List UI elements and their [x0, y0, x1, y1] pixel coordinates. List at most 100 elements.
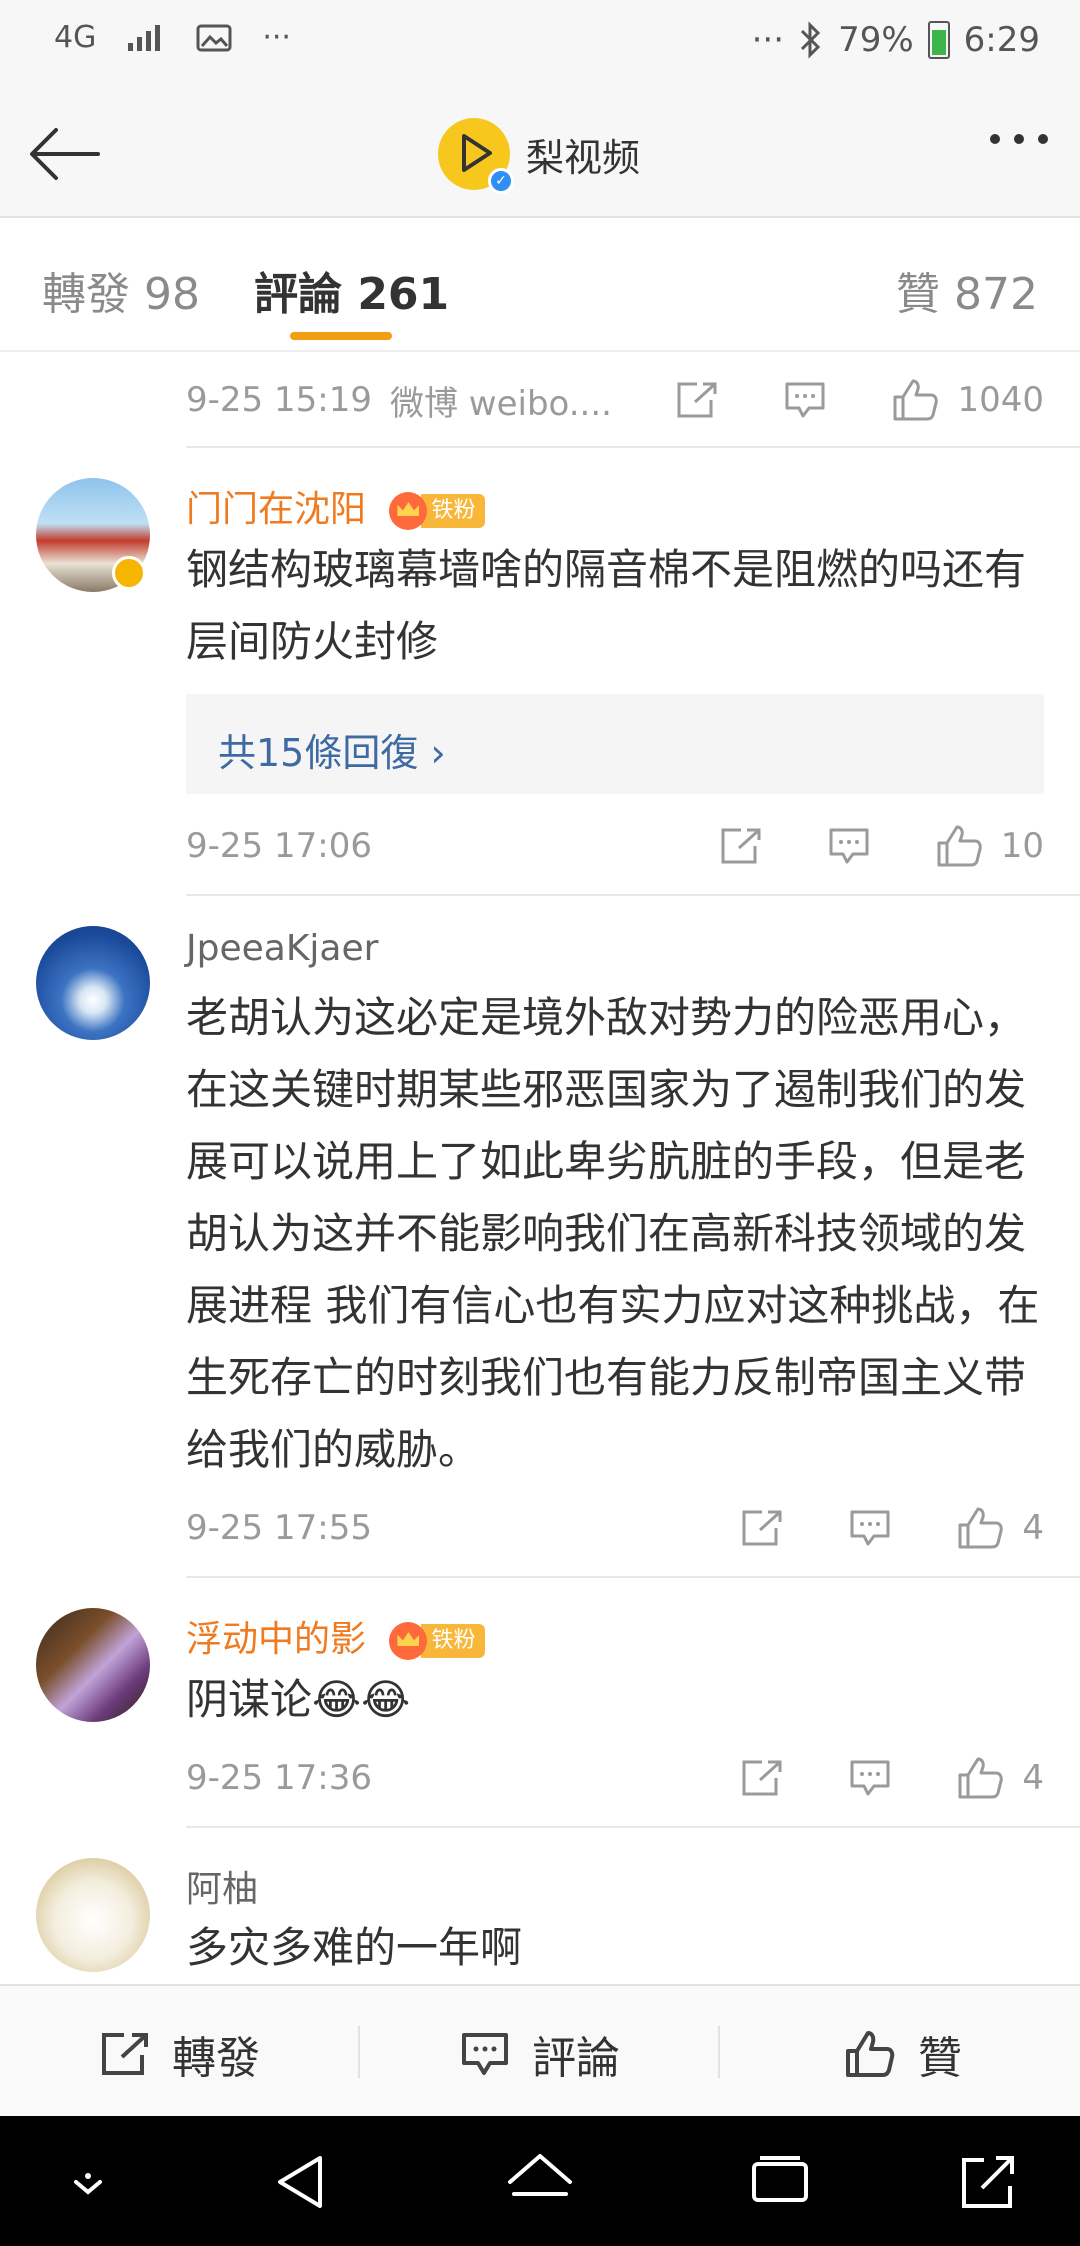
comment-time: 9-25 17:36 — [186, 1758, 372, 1798]
comment-icon — [850, 1760, 890, 1796]
channel-name: 梨视频 — [526, 135, 641, 180]
fan-badge-label: 铁粉 — [421, 1624, 486, 1658]
divider — [186, 1826, 1080, 1828]
tab-comments[interactable]: 評論 261 — [254, 258, 449, 322]
share-button[interactable] — [740, 1508, 784, 1548]
tab-bar: 轉發 98 評論 261 贊 872 — [0, 218, 1080, 352]
thumbs-up-icon — [846, 2031, 895, 2077]
repost-button[interactable]: 轉發 — [100, 2022, 260, 2086]
share-icon — [742, 1760, 782, 1796]
share-button[interactable] — [675, 380, 719, 420]
signal-icon — [128, 24, 161, 51]
like-button[interactable]: 贊 — [844, 2022, 962, 2086]
view-replies-link[interactable]: 共15條回復 › — [218, 722, 446, 777]
comment-meta-row: 9-25 17:55 4 — [186, 1498, 1044, 1558]
comment-icon — [829, 828, 869, 864]
reply-button[interactable] — [783, 380, 827, 420]
like-count: 10 — [1000, 826, 1044, 866]
share-button[interactable] — [740, 1758, 784, 1798]
nav-back-button[interactable] — [262, 2142, 342, 2222]
tab-likes[interactable]: 贊 872 — [896, 258, 1038, 322]
nav-home-button[interactable] — [500, 2142, 580, 2222]
title-bar: ✓ 梨视频 — [0, 90, 1080, 218]
dot-icon — [1014, 134, 1024, 144]
like-count: 4 — [1022, 1508, 1044, 1548]
dot-icon — [990, 134, 1000, 144]
back-button[interactable] — [26, 114, 106, 194]
status-bar: 4G ··· ··· 79% 6:29 — [0, 0, 1080, 90]
expand-icon — [962, 2156, 1014, 2208]
like-button[interactable]: 4 — [956, 1505, 1044, 1551]
thumbs-up-icon — [958, 1507, 1004, 1549]
home-icon — [508, 2154, 572, 2196]
more-notifications-icon: ··· — [262, 20, 291, 55]
like-count: 1040 — [957, 380, 1044, 420]
like-button[interactable]: 4 — [956, 1755, 1044, 1801]
comment-icon — [462, 2033, 508, 2075]
comment-button[interactable]: 評論 — [460, 2022, 620, 2086]
username-text: 浮动中的影 — [186, 1619, 367, 1660]
verified-icon: ✓ — [488, 168, 514, 194]
comment-time: 9-25 17:55 — [186, 1508, 372, 1548]
chevron-down-icon — [74, 2173, 102, 2195]
comment-username[interactable]: 门门在沈阳 铁粉 — [186, 480, 486, 532]
username-text: JpeeaKjaer — [186, 928, 379, 969]
avatar[interactable] — [36, 1858, 150, 1972]
like-count: 4 — [1022, 1758, 1044, 1798]
comment-meta-row: 9-25 15:19 微博 weibo.... 1040 — [186, 370, 1044, 430]
comment-text: 多灾多难的一年啊 — [186, 1923, 523, 1972]
comment-text: 老胡认为这必定是境外敌对势力的险恶用心，在这关键时期某些邪恶国家为了遏制我们的发… — [186, 993, 1040, 1474]
channel-logo: ✓ — [438, 118, 514, 194]
comment-icon — [850, 1510, 890, 1546]
like-button[interactable]: 10 — [935, 823, 1044, 869]
comment-username[interactable]: JpeeaKjaer — [186, 928, 378, 969]
clock: 6:29 — [963, 20, 1040, 60]
reply-button[interactable] — [848, 1758, 892, 1798]
verified-badge-icon — [112, 556, 146, 590]
recents-icon — [752, 2156, 808, 2202]
dot-icon — [1038, 134, 1048, 144]
hide-nav-button[interactable] — [48, 2142, 128, 2222]
nav-recents-button[interactable] — [740, 2142, 820, 2222]
replies-box[interactable]: 共15條回復 › — [186, 694, 1044, 794]
repost-label: 轉發 — [172, 2033, 260, 2084]
avatar[interactable] — [36, 926, 150, 1040]
comment-meta-row: 9-25 17:36 4 — [186, 1748, 1044, 1808]
channel-header[interactable]: ✓ 梨视频 — [438, 118, 641, 194]
like-button[interactable]: 1040 — [891, 377, 1044, 423]
share-icon — [102, 2033, 148, 2075]
comment-label: 評論 — [532, 2033, 620, 2084]
comment-time: 9-25 17:06 — [186, 826, 372, 866]
comment-text: 阴谋论😂😂 — [186, 1675, 411, 1724]
back-triangle-icon — [278, 2156, 322, 2208]
more-status-icon: ··· — [751, 20, 785, 60]
thumbs-up-icon — [937, 825, 982, 867]
comment-time: 9-25 15:19 — [186, 380, 372, 420]
comment-username[interactable]: 阿柚 — [186, 1860, 258, 1912]
separator — [718, 2026, 720, 2078]
more-options-button[interactable] — [990, 134, 1048, 144]
comment-username[interactable]: 浮动中的影 铁粉 — [186, 1610, 486, 1662]
system-navigation-bar — [0, 2116, 1080, 2246]
chevron-right-icon: › — [430, 731, 446, 775]
share-button[interactable] — [719, 826, 763, 866]
tab-reposts[interactable]: 轉發 98 — [42, 258, 200, 322]
nav-fullscreen-button[interactable] — [948, 2142, 1028, 2222]
avatar[interactable] — [36, 1608, 150, 1722]
active-tab-indicator — [290, 332, 392, 340]
network-indicator: 4G — [54, 20, 97, 55]
reply-button[interactable] — [827, 826, 871, 866]
back-arrow-icon — [30, 128, 100, 180]
reply-button[interactable] — [848, 1508, 892, 1548]
share-icon — [721, 828, 761, 864]
fan-badge: 铁粉 — [389, 492, 486, 530]
divider — [186, 894, 1080, 896]
comment-icon — [785, 382, 825, 418]
view-replies-text: 共15條回復 — [218, 731, 419, 775]
share-icon — [677, 382, 717, 418]
fan-badge: 铁粉 — [389, 1622, 486, 1660]
battery-icon — [927, 21, 950, 59]
comment-meta-row: 9-25 17:06 10 — [186, 816, 1044, 876]
share-icon — [742, 1510, 782, 1546]
like-label: 贊 — [918, 2033, 962, 2084]
